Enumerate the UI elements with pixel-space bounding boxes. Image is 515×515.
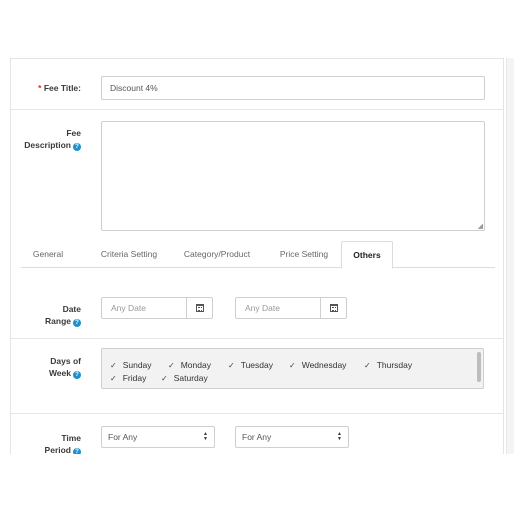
date-range-label: Date Range? [21,303,81,327]
day-label: Tuesday [240,360,273,370]
checkmark-icon: ✓ [364,361,371,370]
days-scrollbar[interactable] [477,352,481,382]
date-range-start: Any Date [101,297,213,319]
time-period-from-select[interactable]: For Any ▲ ▼ [101,426,215,448]
checkmark-icon: ✓ [228,361,235,370]
fee-title-input[interactable]: Discount 4% [101,76,485,100]
time-period-label-line2: Period [44,445,71,454]
day-option-saturday[interactable]: ✓ Saturday [161,373,208,383]
sort-arrows-icon: ▲ ▼ [203,431,208,442]
tab-others[interactable]: Others [341,241,393,269]
fee-title-value: Discount 4% [110,83,158,93]
time-period-to-select[interactable]: For Any ▲ ▼ [235,426,349,448]
date-end-input[interactable]: Any Date [235,297,321,319]
date-start-placeholder: Any Date [111,303,146,313]
textarea-resize-handle-icon[interactable]: ◢ [478,222,483,230]
days-of-week-label-line2: Week [48,368,71,378]
date-start-calendar-button[interactable] [187,297,213,319]
time-period-label: Time Period? [21,432,81,454]
day-option-friday[interactable]: ✓ Friday [110,373,146,383]
day-option-sunday[interactable]: ✓ Sunday [110,360,152,370]
date-end-placeholder: Any Date [245,303,280,313]
date-range-label-line2: Range [45,316,71,326]
page-scrollbar[interactable] [506,58,514,454]
date-range-end: Any Date [235,297,347,319]
fee-description-label-line2: Description [24,140,71,150]
day-option-thursday[interactable]: ✓ Thursday [364,360,412,370]
question-circle-icon[interactable]: ? [73,371,81,379]
required-mark: * [38,83,42,93]
tab-price-setting[interactable]: Price Setting [267,241,341,268]
fee-description-label-line1: Fee [66,128,81,138]
time-period-to-value: For Any [242,432,272,442]
settings-tabs: General Criteria Setting Category/Produc… [21,241,495,269]
calendar-icon [195,304,204,312]
fee-form-panel: * Fee Title: Discount 4% Fee Description… [10,58,504,454]
day-label: Thursday [376,360,413,370]
question-circle-icon[interactable]: ? [73,448,81,454]
day-option-tuesday[interactable]: ✓ Tuesday [228,360,273,370]
fee-description-textarea[interactable]: ◢ [101,121,485,231]
day-label: Friday [122,373,147,383]
question-circle-icon[interactable]: ? [73,319,81,327]
question-circle-icon[interactable]: ? [73,143,81,151]
day-label: Saturday [173,373,208,383]
checkmark-icon: ✓ [168,361,175,370]
date-end-calendar-button[interactable] [321,297,347,319]
fee-description-label: Fee Description? [15,127,81,151]
days-of-week-label: Days of Week? [21,355,81,379]
fee-title-label: * Fee Title: [21,82,81,94]
date-start-input[interactable]: Any Date [101,297,187,319]
calendar-icon [329,304,338,312]
days-of-week-label-line1: Days of [50,356,81,366]
tab-criteria-setting[interactable]: Criteria Setting [89,241,169,268]
row-divider [11,338,503,339]
fee-title-label-text: Fee Title: [43,83,81,93]
tab-category-product[interactable]: Category/Product [173,241,261,268]
day-label: Sunday [122,360,152,370]
tab-general[interactable]: General [21,241,75,268]
time-period-label-line1: Time [61,433,81,443]
day-option-wednesday[interactable]: ✓ Wednesday [289,360,346,370]
day-option-monday[interactable]: ✓ Monday [168,360,211,370]
day-label: Wednesday [301,360,347,370]
sort-arrows-icon: ▲ ▼ [337,431,342,442]
date-range-label-line1: Date [62,304,81,314]
day-label: Monday [180,360,211,370]
row-divider [11,109,503,110]
checkmark-icon: ✓ [161,374,168,383]
checkmark-icon: ✓ [110,374,117,383]
row-divider [11,413,503,414]
time-period-from-value: For Any [108,432,138,442]
days-of-week-multiselect[interactable]: ✓ Sunday ✓ Monday ✓ Tuesday ✓ Wednesday ✓ Thu… [101,348,484,389]
checkmark-icon: ✓ [110,361,117,370]
checkmark-icon: ✓ [289,361,296,370]
